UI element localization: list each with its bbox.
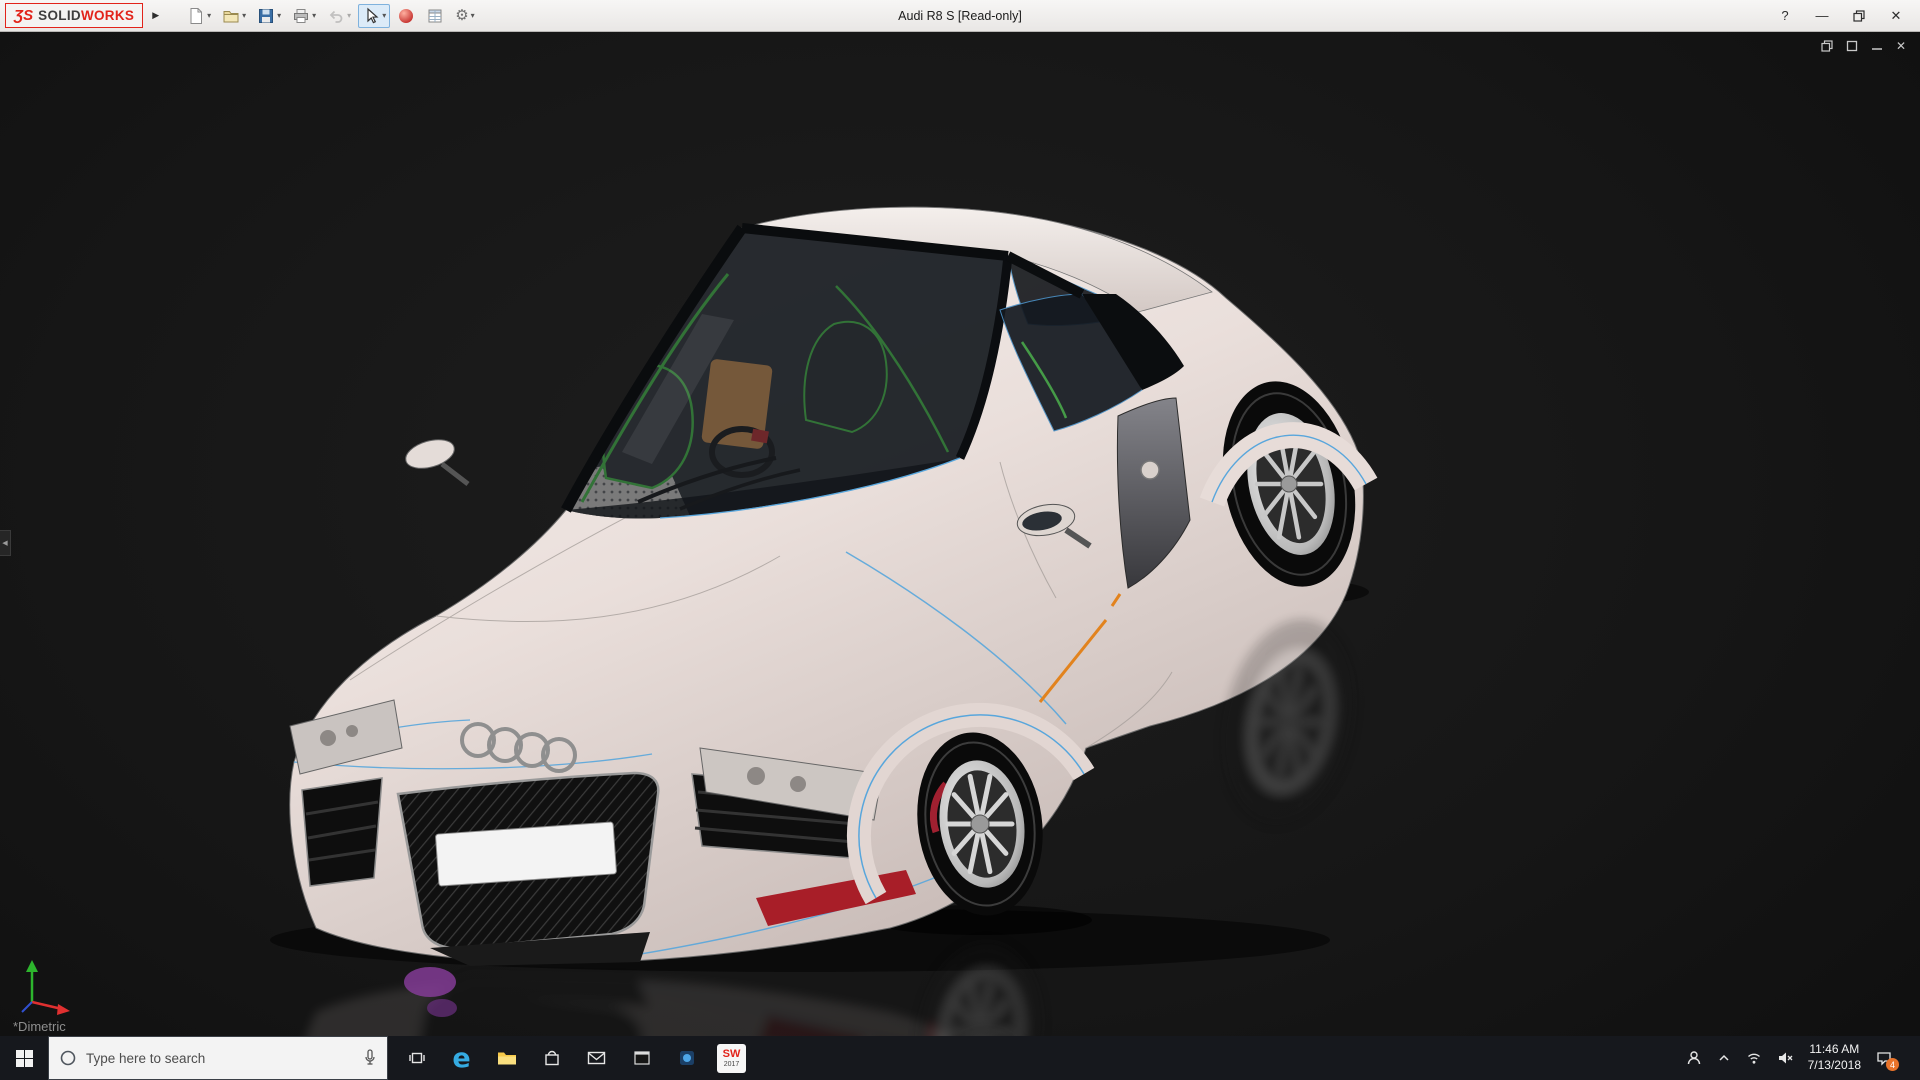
microphone-icon[interactable] xyxy=(363,1048,377,1068)
triad-x-axis xyxy=(57,1004,70,1015)
doc-maximize-icon[interactable] xyxy=(1846,40,1858,52)
taskbar-apps: e SW 2017 xyxy=(394,1036,754,1080)
solidworks-logo-icon: ƷS xyxy=(14,7,34,24)
search-input[interactable] xyxy=(86,1050,354,1066)
taskbar-clock[interactable]: 11:46 AM 7/13/2018 xyxy=(1808,1042,1861,1073)
media-app-icon xyxy=(679,1051,694,1065)
print-icon xyxy=(294,8,309,23)
clock-date: 7/13/2018 xyxy=(1807,1058,1861,1072)
restore-icon xyxy=(1853,9,1865,22)
save-icon xyxy=(259,8,274,23)
save-caret[interactable]: ▾ xyxy=(277,11,281,20)
options-button[interactable]: ⚙ ▾ xyxy=(451,4,478,28)
appearance-sphere-icon xyxy=(399,8,414,23)
quick-access-toolbar: ▾ ▾ ▾ ▾ ▾ ▾ ⚙ ▾ xyxy=(183,3,482,28)
people-tray-button[interactable] xyxy=(1686,1050,1702,1066)
show-hidden-icons-button[interactable] xyxy=(1717,1051,1731,1065)
windows-logo-icon xyxy=(15,1049,33,1067)
design-table-button[interactable] xyxy=(422,4,448,28)
taskbar-app-solidworks-2017[interactable]: SW 2017 xyxy=(709,1036,754,1080)
car-model[interactable] xyxy=(289,206,1378,966)
document-window-controls: ✕ xyxy=(1821,39,1906,53)
cortana-icon xyxy=(60,1050,76,1066)
print-button[interactable]: ▾ xyxy=(288,4,320,28)
new-document-button[interactable]: ▾ xyxy=(183,4,215,28)
triad-y-axis xyxy=(26,960,38,972)
new-document-caret[interactable]: ▾ xyxy=(207,11,211,20)
close-button[interactable]: ✕ xyxy=(1888,8,1904,24)
left-mirror xyxy=(405,439,470,486)
3d-model-canvas[interactable] xyxy=(0,32,1920,1036)
solidworks-logo: ƷS SOLIDWORKS xyxy=(5,3,144,28)
select-cursor-icon xyxy=(367,7,379,23)
clock-time: 11:46 AM xyxy=(1809,1042,1860,1057)
help-button[interactable]: ? xyxy=(1777,8,1793,23)
minimize-button[interactable]: — xyxy=(1814,8,1830,23)
action-center-button[interactable]: 4 xyxy=(1876,1050,1899,1071)
start-button[interactable] xyxy=(0,1036,48,1080)
system-tray: 11:46 AM 7/13/2018 4 xyxy=(1686,1036,1920,1080)
store-icon xyxy=(544,1050,559,1066)
reflection-artifact xyxy=(404,967,456,997)
print-caret[interactable]: ▾ xyxy=(312,11,316,20)
feature-manager-collapse-tab[interactable]: ◀ xyxy=(0,530,11,556)
appearance-button[interactable] xyxy=(393,4,419,28)
view-orientation-label: *Dimetric xyxy=(13,1019,66,1034)
solidworks-wordmark: SOLIDWORKS xyxy=(38,9,134,23)
task-view-icon xyxy=(408,1052,425,1064)
solidworks-2017-icon: SW 2017 xyxy=(717,1043,746,1073)
taskbar: e xyxy=(0,1036,1920,1080)
file-explorer-icon xyxy=(497,1052,516,1065)
doc-close-icon[interactable]: ✕ xyxy=(1896,39,1906,53)
window-title: Audi R8 S [Read-only] xyxy=(898,8,1022,23)
taskbar-app-mail[interactable] xyxy=(574,1036,619,1080)
mail-icon xyxy=(587,1051,606,1065)
person-icon xyxy=(1687,1051,1700,1065)
notification-badge: 4 xyxy=(1886,1058,1899,1071)
taskbar-app-command-prompt[interactable] xyxy=(619,1036,664,1080)
network-tray-button[interactable] xyxy=(1746,1050,1762,1066)
save-button[interactable]: ▾ xyxy=(253,4,285,28)
restore-button[interactable] xyxy=(1851,9,1867,22)
brand-solid: SOLID xyxy=(38,7,81,23)
undo-button[interactable]: ▾ xyxy=(323,4,355,28)
graphics-viewport[interactable]: ✕ ◀ *Dimetric xyxy=(0,32,1920,1036)
task-view-button[interactable] xyxy=(394,1036,439,1080)
open-folder-icon xyxy=(223,10,239,22)
open-button[interactable]: ▾ xyxy=(218,4,250,28)
doc-restore-icon[interactable] xyxy=(1821,40,1833,52)
select-caret[interactable]: ▾ xyxy=(382,11,386,20)
taskbar-search[interactable] xyxy=(48,1036,388,1080)
new-document-icon xyxy=(190,7,203,24)
doc-minimize-icon[interactable] xyxy=(1871,40,1883,52)
taskbar-app-media[interactable] xyxy=(664,1036,709,1080)
titlebar: ƷS SOLIDWORKS ▶ ▾ ▾ ▾ ▾ ▾ ▾ ⚙ ▾ Audi R8 … xyxy=(0,0,1920,32)
volume-tray-button[interactable] xyxy=(1777,1050,1793,1066)
gear-icon: ⚙ xyxy=(455,7,469,24)
window-controls: ? — ✕ xyxy=(1777,8,1920,24)
taskbar-app-edge[interactable]: e xyxy=(439,1036,484,1080)
brand-works: WORKS xyxy=(80,7,135,23)
edge-icon: e xyxy=(452,1042,471,1074)
undo-caret[interactable]: ▾ xyxy=(347,11,351,20)
command-prompt-icon xyxy=(633,1051,650,1065)
undo-icon xyxy=(329,10,343,23)
design-table-icon xyxy=(428,9,442,22)
chevron-up-icon xyxy=(1719,1054,1729,1061)
triad-z-axis xyxy=(21,1001,33,1013)
reference-triad[interactable] xyxy=(14,944,84,1018)
wifi-icon xyxy=(1747,1053,1760,1064)
options-caret[interactable]: ▾ xyxy=(471,11,475,20)
select-tool-button[interactable]: ▾ xyxy=(358,3,391,28)
fuel-cap xyxy=(1140,460,1160,480)
taskbar-app-store[interactable] xyxy=(529,1036,574,1080)
speaker-muted-icon xyxy=(1778,1052,1793,1064)
open-caret[interactable]: ▾ xyxy=(242,11,246,20)
taskbar-app-file-explorer[interactable] xyxy=(484,1036,529,1080)
menu-flyout-arrow[interactable]: ▶ xyxy=(152,10,159,21)
